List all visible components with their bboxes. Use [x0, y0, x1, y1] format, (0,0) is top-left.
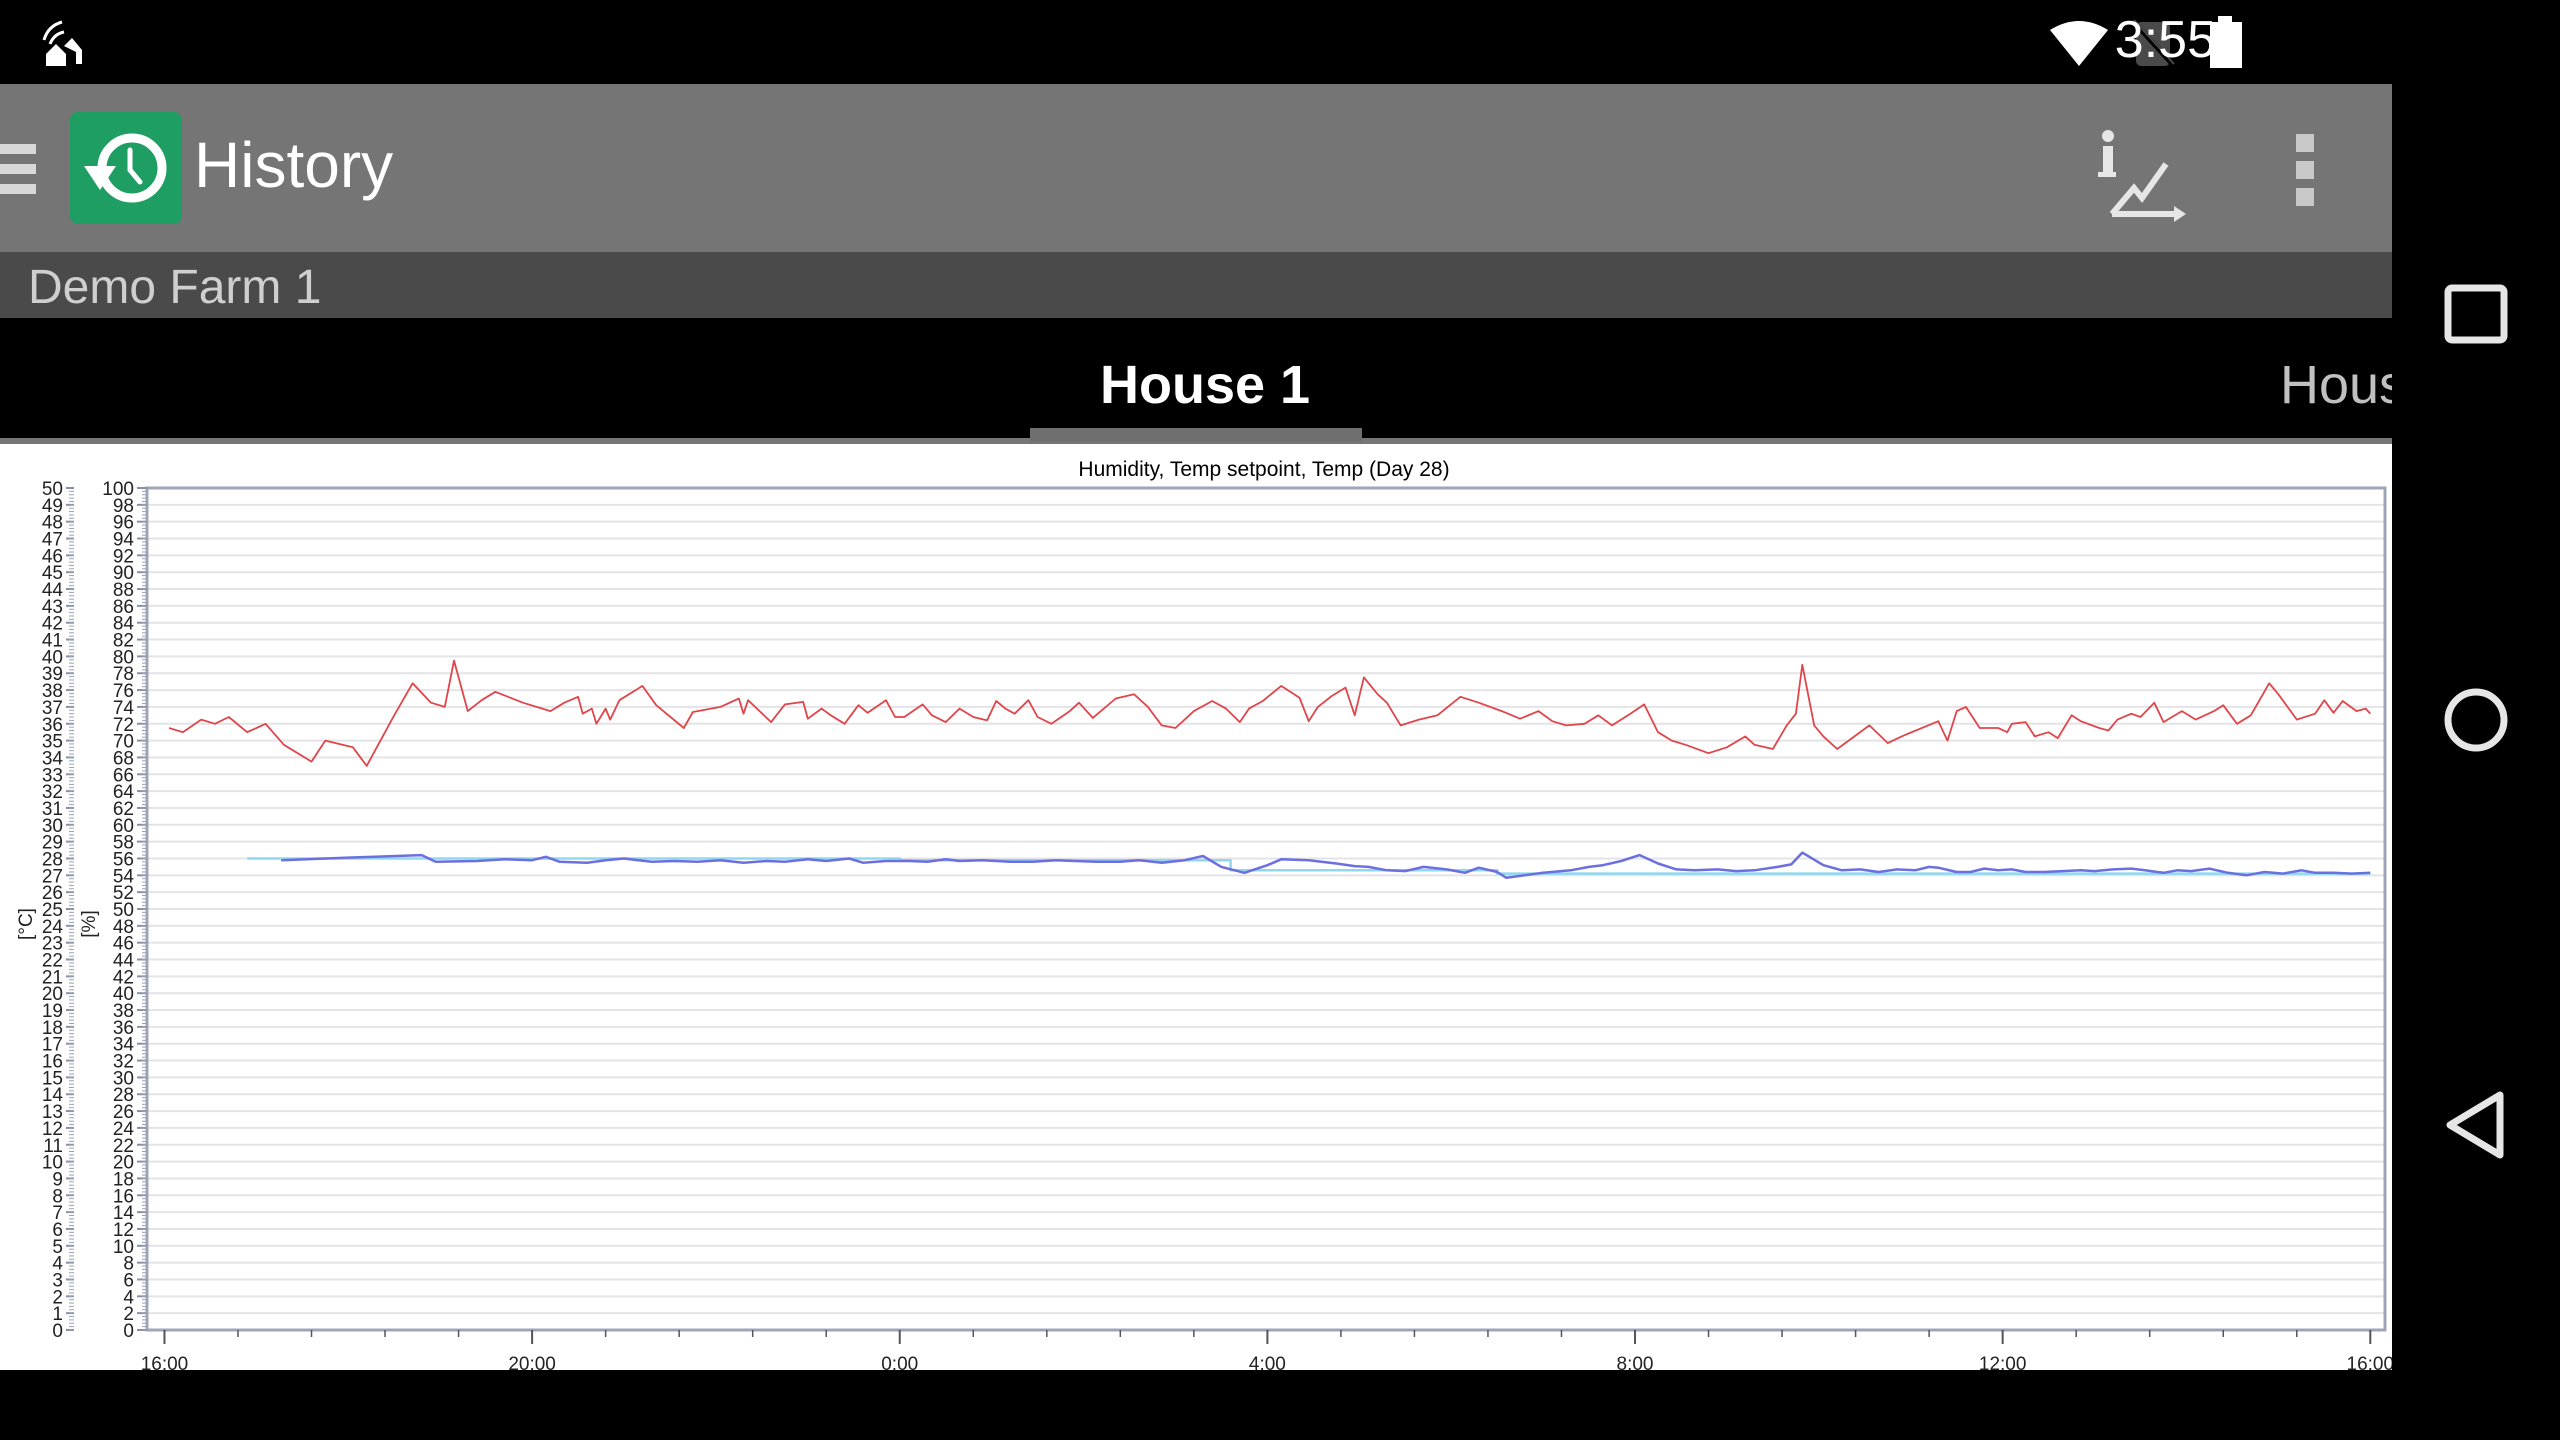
history-app-icon [70, 112, 182, 224]
y-axis-label-temp: [°C] [16, 908, 37, 940]
x-tick-label: 16:00 [141, 1354, 189, 1370]
y-axis-label-humidity: [%] [79, 910, 100, 937]
history-chart[interactable]: 0 2 4 6 8 10 12 14 16 18 20 22 24 26 28 30 32 34 36 38 40 42 4… [0, 444, 2394, 1375]
chart-svg: 0246810121416182022242628303234363840424… [16, 458, 2394, 1375]
y-tick-label-humidity: 100 [102, 479, 134, 500]
status-bar: 3:55 [0, 0, 2392, 84]
tab-house-2[interactable]: Hous [2280, 354, 2392, 416]
house-tabs: House 1 Hous [0, 318, 2392, 444]
recents-icon[interactable] [2392, 260, 2560, 370]
menu-icon[interactable] [0, 144, 36, 194]
x-tick-label: 4:00 [1249, 1354, 1286, 1370]
chart-title: Humidity, Temp setpoint, Temp (Day 28) [1078, 458, 1449, 481]
more-vert-icon[interactable] [2290, 134, 2320, 214]
farm-name: Demo Farm 1 [28, 261, 322, 314]
tab-indicator [1030, 428, 1362, 442]
x-tick-label: 16:00 [2347, 1354, 2392, 1370]
wifi-icon [2050, 21, 2108, 66]
farm-bar: Demo Farm 1 [0, 252, 2392, 318]
page-title: History [194, 129, 394, 201]
clock: 3:55 [2114, 11, 2216, 69]
tab-house-1[interactable]: House 1 [1100, 354, 1310, 416]
navigation-bar [2392, 0, 2560, 1440]
grid [147, 503, 2385, 1315]
x-tick-label: 0:00 [881, 1354, 918, 1370]
chart-info-icon[interactable] [2090, 122, 2190, 222]
farm-signal-icon [42, 20, 82, 66]
back-icon[interactable] [2392, 1070, 2560, 1180]
x-tick-label: 8:00 [1617, 1354, 1654, 1370]
axes: 0246810121416182022242628303234363840424… [16, 479, 2394, 1375]
x-tick-label: 12:00 [1979, 1354, 2027, 1370]
history-clock-icon [84, 133, 167, 203]
home-icon[interactable] [2392, 665, 2560, 775]
y-tick-label-temp: 50 [42, 479, 63, 500]
series-line-humidity [168, 659, 2371, 767]
x-tick-label: 20:00 [508, 1354, 556, 1370]
bottom-spacer [0, 1370, 2392, 1440]
series-lines [168, 659, 2371, 880]
app-toolbar: History [0, 84, 2392, 252]
